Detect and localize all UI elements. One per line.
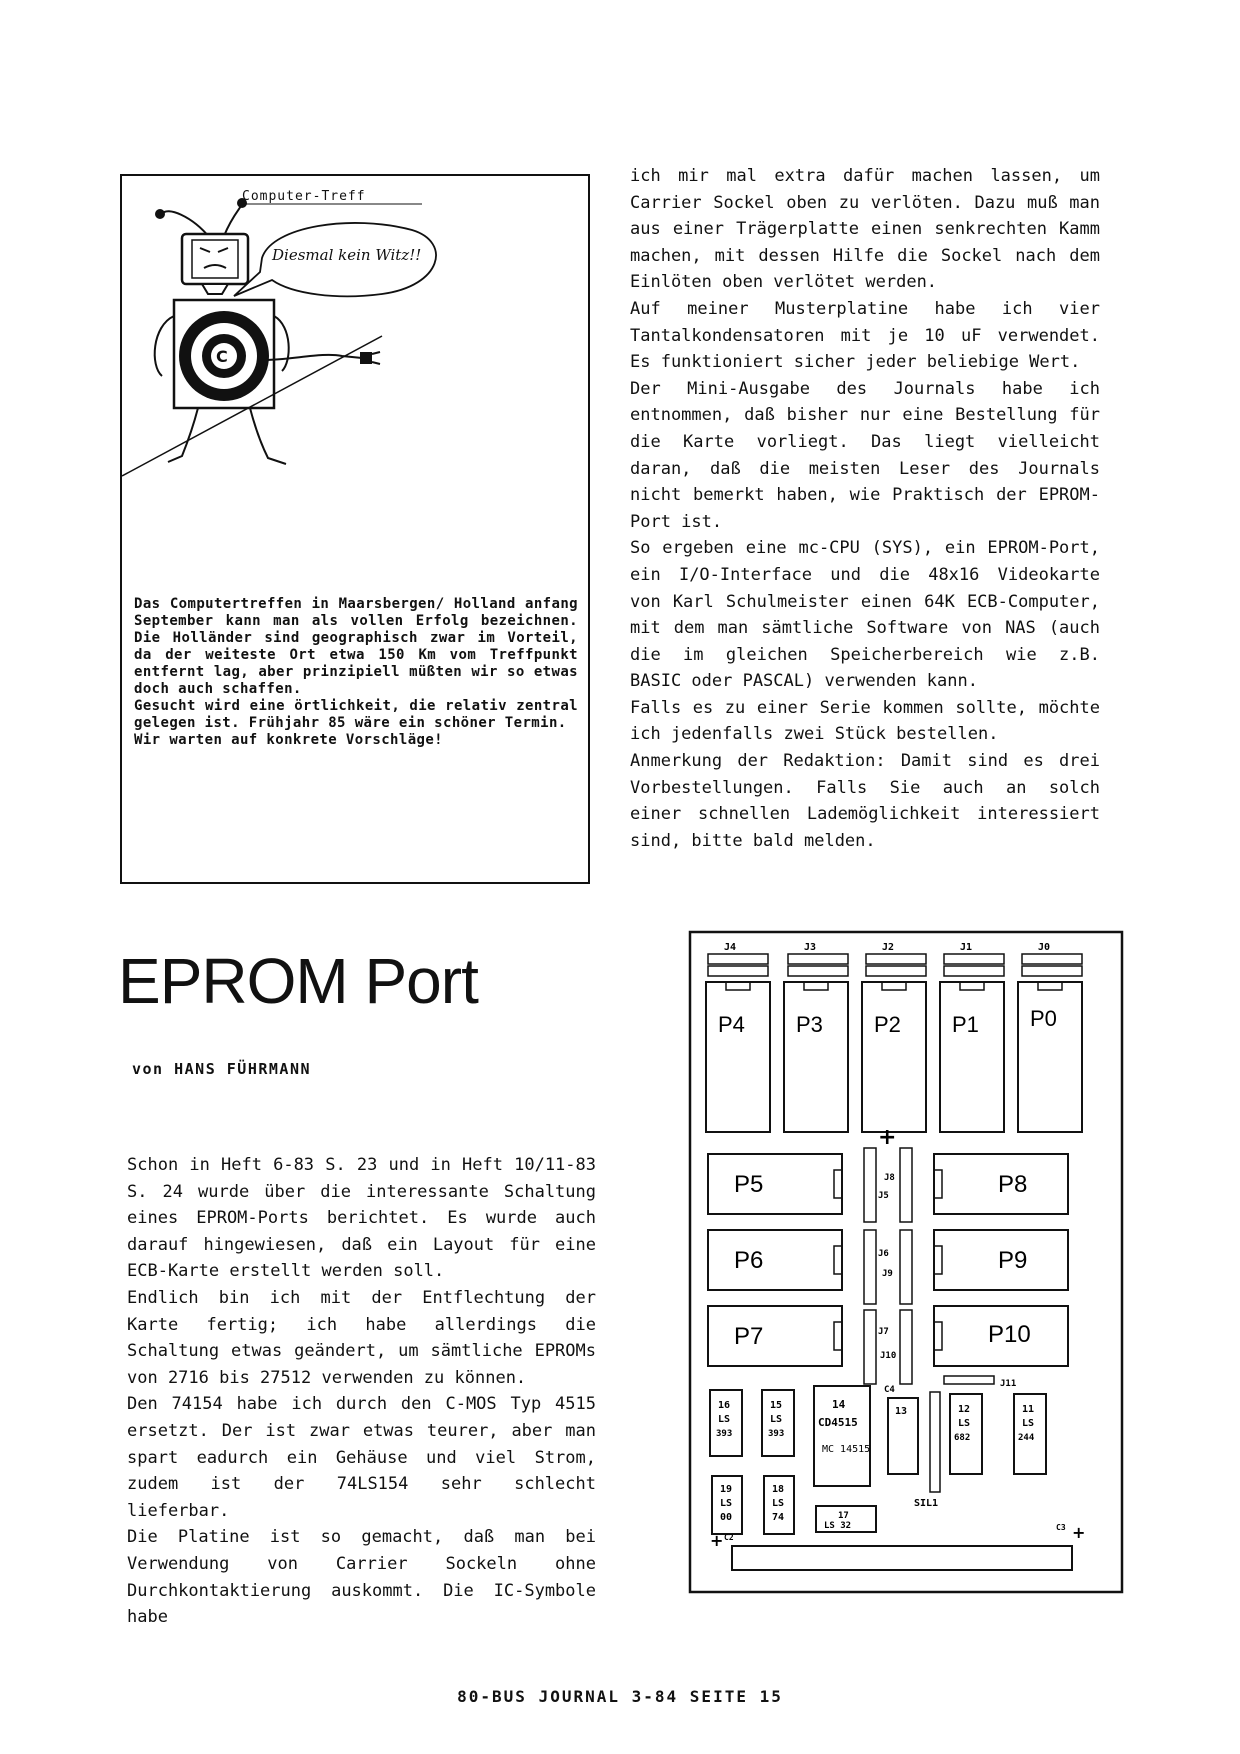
cartoon-header: Computer-Treff	[242, 189, 366, 204]
body-paragraph: Der Mini-Ausgabe des Journals habe ich e…	[630, 378, 1100, 532]
body-paragraph: Den 74154 habe ich durch den C-MOS Typ 4…	[127, 1394, 596, 1521]
svg-text:LS: LS	[718, 1414, 730, 1425]
svg-text:18: 18	[772, 1484, 784, 1495]
jumper-label: J7	[878, 1327, 889, 1337]
svg-text:LS: LS	[958, 1418, 970, 1429]
article-body: Schon in Heft 6-83 S. 23 und in Heft 10/…	[127, 1152, 596, 1631]
article-title: EPROM Port	[118, 945, 479, 1017]
jumper-label: J5	[878, 1191, 889, 1201]
svg-text:74: 74	[772, 1512, 784, 1523]
page-footer: 80-BUS JOURNAL 3-84 SEITE 15	[457, 1687, 783, 1706]
svg-text:+: +	[1072, 1523, 1085, 1542]
jumper-label: J1	[960, 942, 972, 953]
svg-text:LS 32: LS 32	[824, 1521, 851, 1531]
body-paragraph: Schon in Heft 6-83 S. 23 und in Heft 10/…	[127, 1155, 596, 1282]
svg-text:MC 14515: MC 14515	[822, 1444, 870, 1455]
svg-text:14: 14	[832, 1398, 846, 1411]
svg-text:682: 682	[954, 1433, 970, 1443]
svg-text:LS: LS	[770, 1414, 782, 1425]
caption-paragraph: Das Computertreffen in Maarsbergen/ Holl…	[134, 596, 578, 697]
body-paragraph: Falls es zu einer Serie kommen sollte, m…	[630, 697, 1100, 745]
socket-label: P4	[718, 1012, 745, 1037]
svg-text:+: +	[878, 1125, 896, 1150]
pcb-layout: J4 J3 J2 J1 J0 P4 P3 P2 P1 P0 P5 P6 P7 P…	[688, 930, 1124, 1594]
svg-text:393: 393	[768, 1429, 784, 1439]
misc-label: J11	[1000, 1379, 1016, 1389]
body-paragraph: Endlich bin ich mit der Entflechtung der…	[127, 1287, 596, 1388]
cartoon-illustration: Diesmal kein Witz!! Computer-Treff C	[122, 189, 437, 477]
socket-label: P9	[998, 1247, 1027, 1274]
article-byline: von HANS FÜHRMANN	[132, 1060, 312, 1078]
body-paragraph: ich mir mal extra dafür machen lassen, u…	[630, 166, 1100, 293]
socket-label: P8	[998, 1171, 1027, 1198]
jumper-label: J2	[882, 942, 894, 953]
svg-text:17: 17	[838, 1511, 849, 1521]
svg-text:C: C	[216, 347, 228, 366]
caption-paragraph: Wir warten auf konkrete Vorschläge!	[134, 732, 444, 748]
jumper-label: J9	[882, 1269, 893, 1279]
svg-text:393: 393	[716, 1429, 732, 1439]
svg-text:+: +	[710, 1531, 723, 1550]
svg-text:19: 19	[720, 1484, 732, 1495]
cartoon-caption: Das Computertreffen in Maarsbergen/ Holl…	[134, 596, 578, 749]
jumper-label: J8	[884, 1173, 895, 1183]
svg-text:LS: LS	[1022, 1418, 1034, 1429]
svg-text:11: 11	[1022, 1404, 1034, 1415]
misc-label: C3	[1056, 1523, 1066, 1532]
svg-text:16: 16	[718, 1400, 730, 1411]
speech-text: Diesmal kein Witz!!	[271, 246, 421, 264]
socket-label: P5	[734, 1171, 763, 1198]
svg-text:15: 15	[770, 1400, 782, 1411]
socket-label: P7	[734, 1323, 763, 1350]
body-paragraph: Die Platine ist so gemacht, daß man bei …	[127, 1527, 596, 1628]
jumper-label: J3	[804, 942, 816, 953]
body-paragraph: Anmerkung der Redaktion: Damit sind es d…	[630, 751, 1100, 851]
svg-text:00: 00	[720, 1512, 732, 1523]
svg-text:13: 13	[895, 1406, 907, 1417]
socket-label: P1	[952, 1012, 979, 1037]
svg-text:LS: LS	[720, 1498, 732, 1509]
misc-label: C4	[884, 1385, 895, 1395]
misc-label: SIL1	[914, 1498, 938, 1509]
misc-label: C2	[724, 1533, 734, 1542]
right-column-text: ich mir mal extra dafür machen lassen, u…	[630, 163, 1100, 854]
jumper-label: J0	[1038, 942, 1050, 953]
socket-label: P0	[1030, 1006, 1057, 1031]
caption-paragraph: Gesucht wird eine örtlichkeit, die relat…	[134, 698, 578, 731]
svg-text:12: 12	[958, 1404, 970, 1415]
body-paragraph: Auf meiner Musterplatine habe ich vier T…	[630, 298, 1100, 373]
body-paragraph: So ergeben eine mc-CPU (SYS), ein EPROM-…	[630, 538, 1100, 692]
svg-text:244: 244	[1018, 1433, 1035, 1443]
socket-label: P6	[734, 1247, 763, 1274]
socket-label: P2	[874, 1012, 901, 1037]
socket-label: P10	[988, 1321, 1031, 1348]
svg-text:LS: LS	[772, 1498, 784, 1509]
jumper-label: J10	[880, 1351, 896, 1361]
jumper-label: J6	[878, 1249, 889, 1259]
cartoon-box: Diesmal kein Witz!! Computer-Treff C Das…	[120, 174, 590, 884]
socket-label: P3	[796, 1012, 823, 1037]
svg-text:CD4515: CD4515	[818, 1416, 858, 1429]
jumper-label: J4	[724, 942, 736, 953]
